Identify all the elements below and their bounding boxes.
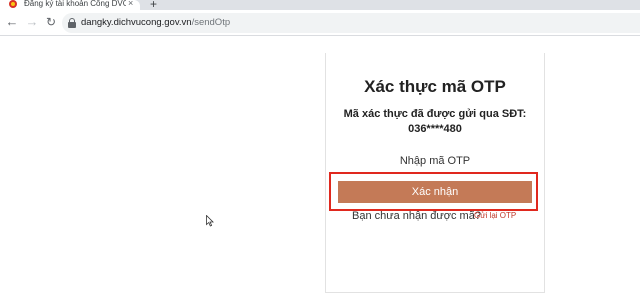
back-arrow-icon[interactable]: ←: [4, 14, 20, 30]
reload-icon[interactable]: ↻: [43, 14, 59, 30]
page-content: Xác thực mã OTP Mã xác thực đã được gửi …: [0, 37, 640, 293]
url-text[interactable]: dangky.dichvucong.gov.vn/sendOtp: [81, 17, 230, 28]
resend-question: Bạn chưa nhận được mã?: [352, 210, 481, 222]
mouse-cursor-icon: [206, 215, 214, 227]
url-path: /sendOtp: [191, 17, 231, 28]
otp-description: Mã xác thực đã được gửi qua SĐT: 036****…: [326, 107, 544, 137]
lock-icon[interactable]: [68, 18, 76, 28]
tab-close-icon[interactable]: ×: [128, 0, 133, 8]
browser-tab[interactable]: Đăng ký tài khoản Cổng DVC quố ×: [0, 0, 140, 10]
page-title: Xác thực mã OTP: [364, 77, 506, 96]
tab-strip: Đăng ký tài khoản Cổng DVC quố × +: [0, 0, 640, 11]
confirm-button[interactable]: Xác nhận: [338, 181, 532, 203]
otp-label: Nhập mã OTP: [399, 155, 471, 167]
phone-number: 036****480: [408, 123, 462, 135]
browser-toolbar: ← → ↻ dangky.dichvucong.gov.vn/sendOtp: [0, 10, 640, 36]
resend-row: Bạn chưa nhận được mã? Gửi lại OTP: [326, 210, 544, 224]
forward-arrow-icon[interactable]: →: [24, 14, 40, 30]
address-bar[interactable]: dangky.dichvucong.gov.vn/sendOtp: [62, 13, 640, 33]
tab-title: Đăng ký tài khoản Cổng DVC quố: [24, 0, 126, 8]
resend-otp-link[interactable]: Gửi lại OTP: [474, 211, 516, 220]
url-domain: dangky.dichvucong.gov.vn: [81, 17, 192, 28]
site-favicon-icon: [9, 0, 17, 8]
otp-description-text: Mã xác thực đã được gửi qua SĐT:: [343, 108, 527, 120]
